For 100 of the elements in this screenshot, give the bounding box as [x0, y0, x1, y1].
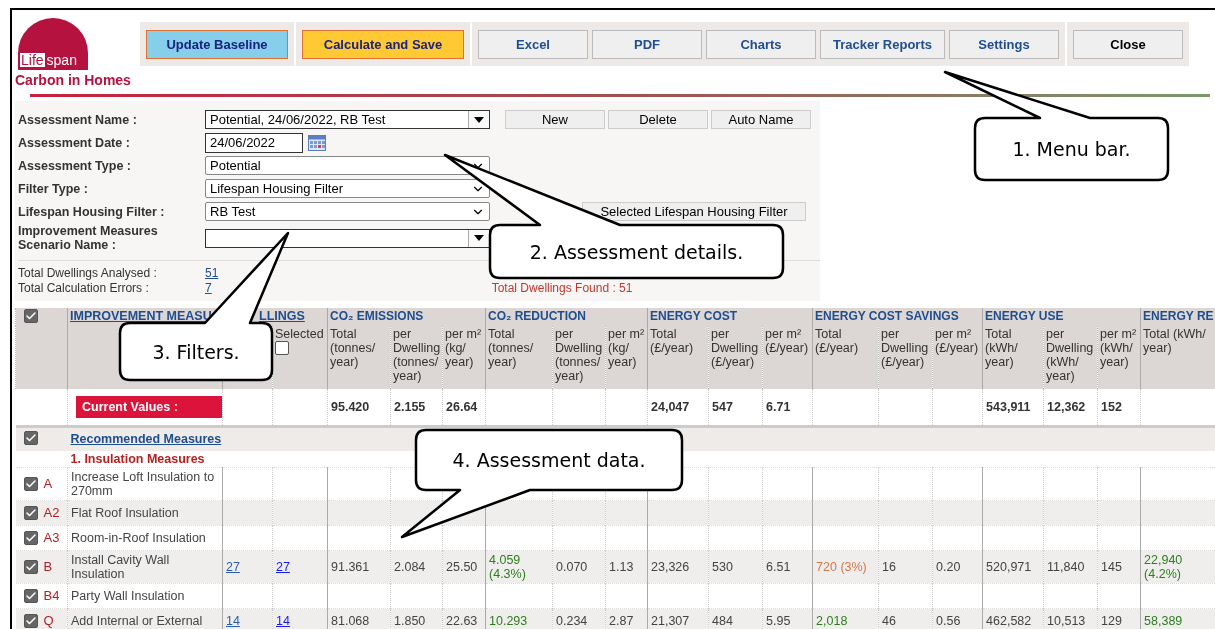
field-label: Assessment Type :: [18, 158, 132, 173]
table-cell: 12,362: [1047, 400, 1086, 414]
group-header: ENERGY USE: [985, 309, 1064, 323]
table-cell: 23,326: [651, 559, 690, 574]
total-link[interactable]: 7: [205, 280, 212, 295]
measure-name: Add Internal or External: [71, 613, 203, 628]
select-field[interactable]: Potential: [205, 156, 490, 175]
column-header: per Dwelling (£/year): [711, 327, 759, 369]
column-header: per m² (kg/ year): [445, 327, 482, 369]
column-header: per Dwelling (£/year): [881, 327, 929, 369]
total-label: Total Dwellings Analysed :: [18, 265, 158, 280]
table-cell: 25.50: [446, 559, 478, 574]
group-header: ENERGY RE: [1143, 309, 1214, 323]
callout-text: 2. Assessment details.: [529, 240, 744, 263]
table-cell: 152: [1101, 400, 1122, 414]
form-button[interactable]: New: [505, 110, 605, 129]
dwelling-count-link[interactable]: 27: [276, 559, 290, 574]
measure-name: Room-in-Roof Insulation: [71, 530, 206, 545]
dwelling-count-link[interactable]: 27: [226, 559, 240, 574]
dropdown-arrow-icon: [474, 116, 484, 123]
select-field[interactable]: Lifespan Housing Filter: [205, 179, 490, 198]
table-cell: 91.361: [331, 559, 370, 574]
callout-text: 4. Assessment data.: [452, 449, 646, 471]
dwelling-count-link[interactable]: 14: [226, 613, 240, 628]
logo-text: span: [46, 53, 77, 67]
table-cell: 2.084: [394, 559, 426, 574]
column-header: Selected: [275, 327, 324, 341]
table-cell: 0.234: [556, 613, 588, 628]
group-header: CO₂ EMISSIONS: [330, 309, 424, 323]
table-cell: 2,018: [816, 613, 848, 628]
checkbox[interactable]: [23, 431, 38, 446]
checkbox[interactable]: [23, 613, 38, 628]
table-cell: 26.64: [446, 400, 478, 414]
form-button[interactable]: Delete: [608, 110, 708, 129]
combo-field[interactable]: [205, 228, 490, 248]
checkbox[interactable]: [23, 476, 38, 491]
column-header: per m² (kWh/ year): [1100, 327, 1137, 369]
measure-code: A3: [43, 530, 60, 545]
checkbox[interactable]: [24, 309, 38, 323]
table-cell: 81.068: [331, 613, 370, 628]
measure-code: A: [43, 476, 53, 491]
checkbox[interactable]: [275, 341, 289, 355]
table-cell: 22,940 (4.2%): [1144, 552, 1183, 581]
combo-field[interactable]: Potential, 24/06/2022, RB Test: [205, 110, 490, 129]
table-cell: 0.20: [936, 559, 961, 574]
column-header: Total (kWh/ year): [1143, 327, 1206, 355]
field-label: Lifespan Housing Filter :: [18, 204, 166, 219]
date-field[interactable]: 24/06/2022: [205, 132, 303, 153]
table-cell: 720 (3%): [816, 559, 867, 574]
table-cell: 6.51: [766, 559, 791, 574]
table-cell: 46: [882, 613, 896, 628]
table-cell: 21,307: [651, 613, 690, 628]
table-cell: 58,389: [1144, 613, 1183, 628]
column-header: Total (£/year): [815, 327, 859, 355]
toolbar-button[interactable]: Update Baseline: [146, 29, 288, 59]
total-link[interactable]: 51: [205, 265, 219, 280]
callout-text: 3. Filters.: [152, 340, 240, 363]
calendar-icon[interactable]: [308, 134, 326, 151]
table-cell: 484: [712, 613, 733, 628]
toolbar-button[interactable]: Calculate and Save: [302, 29, 464, 59]
form-button[interactable]: Auto Name: [711, 110, 811, 129]
measure-name: Flat Roof Insulation: [71, 505, 179, 520]
column-header: per m² (£/year): [765, 327, 809, 355]
table-cell: 10,513: [1047, 613, 1086, 628]
dwelling-count-link[interactable]: 14: [276, 613, 290, 628]
measure-name: Install Cavity Wall Insulation: [71, 552, 170, 581]
select-field[interactable]: RB Test: [205, 202, 490, 221]
table-cell: 4.059 (4.3%): [489, 552, 526, 581]
column-header: Total (tonnes/ year): [330, 327, 376, 369]
column-link[interactable]: IMPROVEMENT MEASU: [70, 309, 212, 323]
filter-button[interactable]: Selected Lifespan Housing Filter: [582, 202, 806, 221]
column-header: Total (kWh/ year): [985, 327, 1018, 369]
table-cell: 0.070: [556, 559, 588, 574]
toolbar-button[interactable]: PDF: [592, 29, 702, 59]
table-cell: 145: [1101, 559, 1122, 574]
table-cell: 530: [712, 559, 733, 574]
field-label: Assessment Name :: [18, 112, 138, 127]
checkbox[interactable]: [23, 505, 38, 520]
column-header: per Dwelling (tonnes/ year): [555, 327, 603, 383]
column-header: Total (tonnes/ year): [488, 327, 534, 369]
table-cell: 11,840: [1047, 559, 1085, 574]
toolbar-button[interactable]: Settings: [949, 29, 1059, 59]
measure-code: Q: [43, 613, 54, 628]
checkbox[interactable]: [23, 588, 38, 603]
checkbox[interactable]: [23, 559, 38, 574]
toolbar-button[interactable]: Tracker Reports: [820, 29, 945, 59]
measure-code: B: [43, 559, 53, 574]
table-cell: 0.56: [936, 613, 961, 628]
table-cell: 1.13: [609, 559, 634, 574]
toolbar-button[interactable]: Close: [1073, 29, 1183, 59]
logo-subtitle: Carbon in Homes: [15, 72, 132, 88]
toolbar-button[interactable]: Excel: [478, 29, 588, 59]
table-cell: 129: [1101, 613, 1122, 628]
toolbar-button[interactable]: Charts: [706, 29, 816, 59]
table-cell: 6.71: [766, 400, 791, 414]
checkbox[interactable]: [23, 530, 38, 545]
measure-code: A2: [43, 505, 60, 520]
table-cell: 547: [712, 400, 733, 414]
column-header: per Dwelling (tonnes/ year): [393, 327, 441, 383]
section-link[interactable]: Recommended Measures: [70, 432, 222, 447]
